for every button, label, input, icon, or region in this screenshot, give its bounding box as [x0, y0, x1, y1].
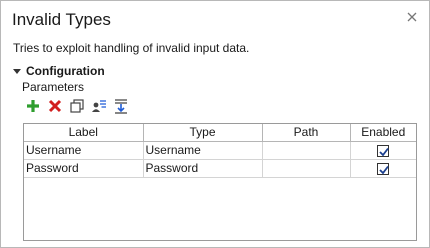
enabled-checkbox[interactable] [377, 162, 390, 175]
invalid-types-panel: Invalid Types Tries to exploit handling … [0, 0, 430, 248]
configuration-section-label: Configuration [26, 64, 105, 78]
close-icon[interactable] [405, 10, 419, 24]
cell-enabled [350, 141, 416, 160]
cell-label[interactable]: Username [24, 141, 144, 160]
collapse-triangle-icon [13, 69, 21, 74]
delete-parameter-button[interactable] [46, 97, 64, 115]
user-list-button[interactable] [90, 97, 108, 115]
cell-path[interactable] [262, 141, 351, 160]
table-row[interactable]: Username Username [24, 141, 416, 160]
table-row[interactable]: Password Password [24, 159, 416, 178]
column-header-enabled[interactable]: Enabled [350, 124, 416, 142]
panel-title: Invalid Types [12, 10, 111, 29]
move-down-icon [115, 99, 127, 114]
parameters-label: Parameters [22, 80, 85, 94]
parameters-toolbar [24, 97, 134, 115]
cell-path[interactable] [262, 159, 351, 178]
column-header-label[interactable]: Label [24, 124, 144, 142]
add-icon [27, 100, 39, 112]
column-header-type[interactable]: Type [143, 124, 263, 142]
cell-type[interactable]: Password [143, 159, 263, 178]
user-list-icon [92, 100, 106, 112]
configuration-section-toggle[interactable]: Configuration [13, 63, 105, 79]
duplicate-parameter-button[interactable] [68, 97, 86, 115]
panel-description: Tries to exploit handling of invalid inp… [13, 41, 250, 55]
cell-label[interactable]: Password [24, 159, 144, 178]
cell-enabled [350, 159, 416, 178]
cell-type[interactable]: Username [143, 141, 263, 160]
add-parameter-button[interactable] [24, 97, 42, 115]
column-header-path[interactable]: Path [262, 124, 351, 142]
move-down-button[interactable] [112, 97, 130, 115]
duplicate-icon [70, 99, 84, 113]
table-header-row: Label Type Path Enabled [24, 124, 416, 142]
enabled-checkbox[interactable] [377, 144, 390, 157]
delete-icon [48, 99, 62, 113]
parameters-grid: Label Type Path Enabled Username Usernam… [23, 123, 417, 241]
